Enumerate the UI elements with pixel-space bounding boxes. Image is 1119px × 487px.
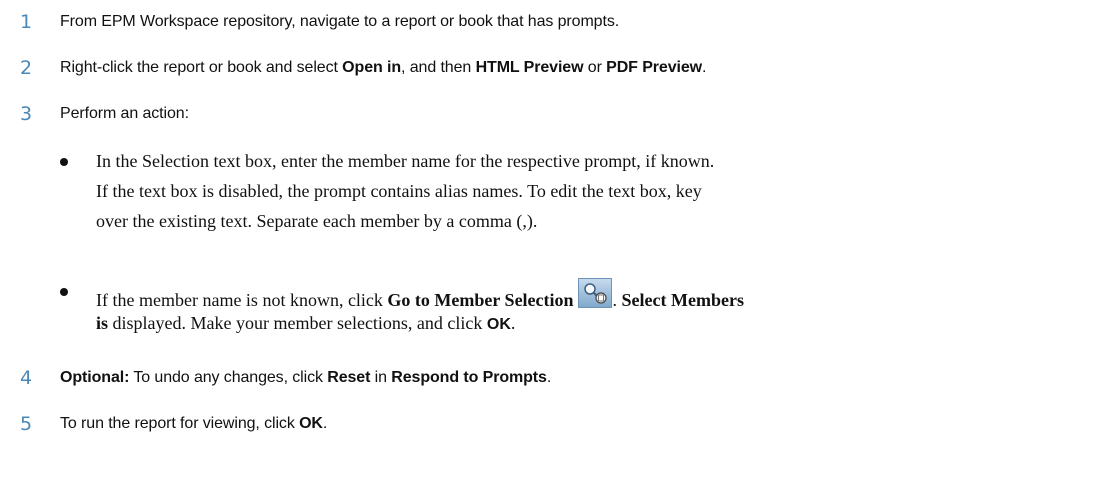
respond-to-prompts-ref: Respond to Prompts <box>391 369 547 386</box>
bullet-text-part: displayed. Make your member selections, … <box>108 313 487 333</box>
bullet-line: If the text box is disabled, the prompt … <box>96 181 702 201</box>
step-text: From EPM Workspace repository, navigate … <box>60 13 620 30</box>
select-members-ref: Select Members <box>621 290 744 310</box>
step-text-part: Right-click the report or book and selec… <box>60 59 343 76</box>
step-text-part: . <box>546 369 552 386</box>
bullet-icon <box>60 288 68 296</box>
bullet-line: is displayed. Make your member selection… <box>96 310 515 338</box>
step-text-part: . <box>322 415 328 432</box>
step-number: 5 <box>20 413 33 435</box>
step-text: Perform an action: <box>60 105 189 122</box>
step-text: To run the report for viewing, click OK. <box>60 412 327 436</box>
step-text-part: To undo any changes, click <box>129 369 328 386</box>
reset-button-ref: Reset <box>327 369 371 386</box>
bullet-line: over the existing text. Separate each me… <box>96 211 538 231</box>
bullet-text-part: is <box>96 313 109 333</box>
html-preview-ref: HTML Preview <box>475 59 584 76</box>
ok-button-ref: OK <box>486 316 511 333</box>
step-number: 1 <box>20 11 33 33</box>
ok-button-ref: OK <box>299 415 323 432</box>
step-text-part: , and then <box>401 59 476 76</box>
step-text-part: in <box>370 369 392 386</box>
procedure-steps: 1 From EPM Workspace repository, navigat… <box>0 0 1119 487</box>
member-selection-icon <box>577 278 612 308</box>
step-text: Optional: To undo any changes, click Res… <box>60 366 551 390</box>
step-text-part: To run the report for viewing, click <box>60 415 300 432</box>
pdf-preview-ref: PDF Preview <box>606 59 702 76</box>
bullet-text-part: . <box>612 290 622 310</box>
step-number: 3 <box>20 103 33 125</box>
bullet-text-part: If the member name is not known, click <box>96 290 388 310</box>
go-to-member-selection-ref: Go to Member Selection <box>387 290 574 310</box>
bullet-line: If the member name is not known, click G… <box>96 278 744 313</box>
step-text-part: . <box>702 59 707 76</box>
bullet-icon <box>60 158 68 166</box>
optional-label: Optional: <box>60 369 130 386</box>
bullet-text-part: . <box>510 313 516 333</box>
step-text: Right-click the report or book and selec… <box>60 56 706 80</box>
open-in-menu-ref: Open in <box>342 59 402 76</box>
step-number: 2 <box>20 57 33 79</box>
step-number: 4 <box>20 367 33 389</box>
step-text-part: or <box>583 59 607 76</box>
bullet-line: In the Selection text box, enter the mem… <box>96 151 715 171</box>
